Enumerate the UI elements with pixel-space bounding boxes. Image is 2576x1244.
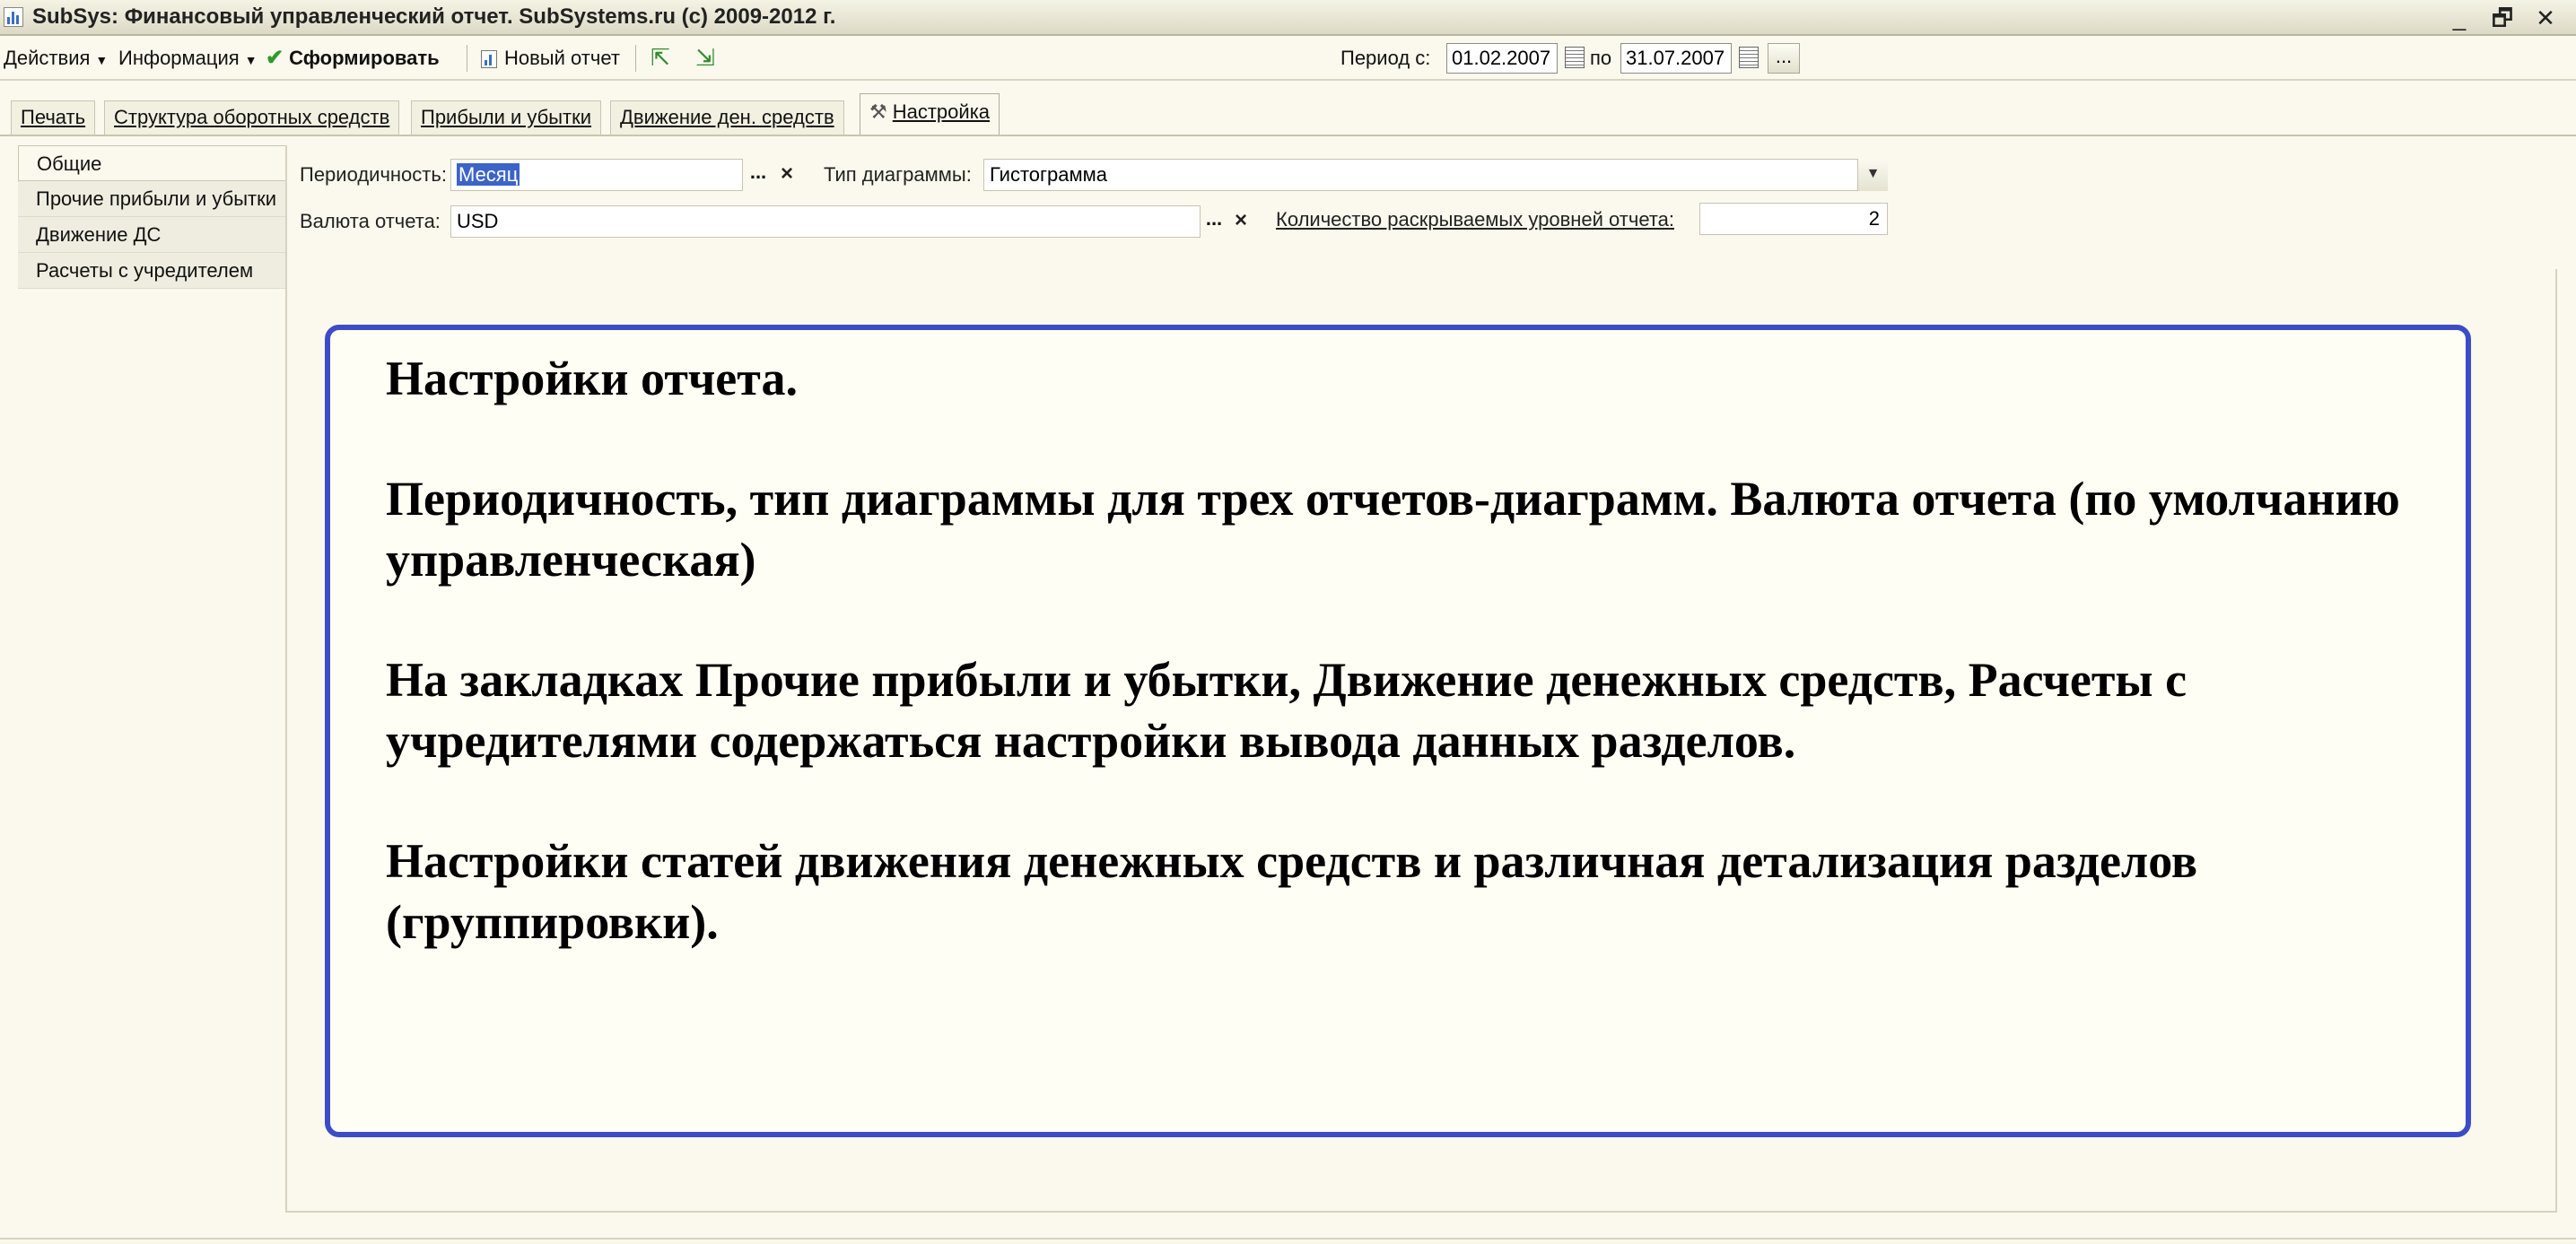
new-report-label: Новый отчет <box>504 47 620 69</box>
tab-current-assets[interactable]: Структура оборотных средств <box>104 100 400 135</box>
note-heading: Настройки отчета. <box>386 352 798 405</box>
calendar-icon[interactable] <box>1565 47 1585 68</box>
periodicity-label: Периодичность: <box>300 163 447 186</box>
tools-icon: ⚒ <box>869 100 887 123</box>
actions-label: Действия <box>4 47 91 69</box>
currency-select-button[interactable]: ... <box>1201 205 1227 238</box>
title-bar: SubSys: Финансовый управленческий отчет.… <box>0 0 2576 36</box>
periodicity-select-button[interactable]: ... <box>745 159 772 191</box>
levels-input[interactable]: 2 <box>1699 203 1888 235</box>
note-paragraph: Периодичность, тип диаграммы для трех от… <box>386 472 2400 587</box>
export-icon[interactable]: ⇱ <box>646 43 675 72</box>
calendar-icon[interactable] <box>1739 47 1759 68</box>
annotation-note: Настройки отчета. Периодичность, тип диа… <box>325 325 2471 1137</box>
period-select-button[interactable]: ... <box>1768 43 1800 74</box>
levels-label-link[interactable]: Количество раскрываемых уровней отчета: <box>1276 204 1674 235</box>
chart-type-select[interactable]: Гистограмма <box>983 159 1888 191</box>
chart-app-icon <box>4 7 23 27</box>
note-paragraph: Настройки статей движения денежных средс… <box>386 834 2198 949</box>
period-from-label: Период с: <box>1340 47 1431 69</box>
minimize-icon[interactable]: _ <box>2447 4 2472 31</box>
import-icon[interactable]: ⇲ <box>691 43 720 72</box>
chevron-down-icon: ▼ <box>244 53 258 67</box>
currency-clear-icon[interactable]: × <box>1227 205 1254 238</box>
tab-cash-flow[interactable]: Движение ден. средств <box>610 100 844 135</box>
periodicity-value: Месяц <box>457 163 520 186</box>
sidebar-item-other-profit-loss[interactable]: Прочие прибыли и убытки <box>18 181 287 217</box>
sidebar-item-founder-settlements[interactable]: Расчеты с учредителем <box>18 253 287 289</box>
new-report-button[interactable]: Новый отчет <box>481 43 620 74</box>
close-icon[interactable]: ✕ <box>2533 4 2558 31</box>
actions-menu[interactable]: Действия ▼ <box>4 43 108 74</box>
app-window: SubSys: Финансовый управленческий отчет.… <box>0 0 2576 1244</box>
chevron-down-icon[interactable]: ▼ <box>1857 159 1888 191</box>
tab-print[interactable]: Печать <box>11 100 96 135</box>
tab-profit-loss[interactable]: Прибыли и убытки <box>411 100 602 135</box>
restore-icon[interactable]: 🗗 <box>2490 4 2515 31</box>
periodicity-field[interactable]: Месяц <box>450 159 743 191</box>
sidebar-item-general[interactable]: Общие <box>18 145 287 181</box>
toolbar: Действия ▼ Информация ▼ ✔ Сформировать Новы… <box>0 36 2576 81</box>
currency-field[interactable]: USD <box>450 205 1201 238</box>
generate-label: Сформировать <box>289 47 440 69</box>
sidebar-item-cash-flow[interactable]: Движение ДС <box>18 217 287 253</box>
chart-type-label: Тип диаграммы: <box>824 163 972 186</box>
info-label: Информация <box>118 47 240 69</box>
settings-sidebar: Общие Прочие прибыли и убытки Движение Д… <box>18 145 287 289</box>
chevron-down-icon: ▼ <box>95 53 109 67</box>
currency-label: Валюта отчета: <box>300 210 441 232</box>
report-icon <box>481 50 497 69</box>
tab-bar: Печать Структура оборотных средств Прибы… <box>0 81 2576 136</box>
periodicity-clear-icon[interactable]: × <box>773 159 800 191</box>
note-paragraph: На закладках Прочие прибыли и убытки, Дв… <box>386 653 2187 768</box>
period-to-label: по <box>1590 47 1612 69</box>
period-to-input[interactable]: 31.07.2007 <box>1620 43 1732 74</box>
tab-settings[interactable]: ⚒ Настройка <box>860 93 1000 136</box>
tab-settings-label: Настройка <box>892 100 991 123</box>
checkmark-icon: ✔ <box>266 46 284 70</box>
info-menu[interactable]: Информация ▼ <box>118 43 258 74</box>
window-title: SubSys: Финансовый управленческий отчет.… <box>32 4 836 29</box>
generate-button[interactable]: ✔ Сформировать <box>266 43 440 74</box>
period-from-input[interactable]: 01.02.2007 <box>1446 43 1558 74</box>
